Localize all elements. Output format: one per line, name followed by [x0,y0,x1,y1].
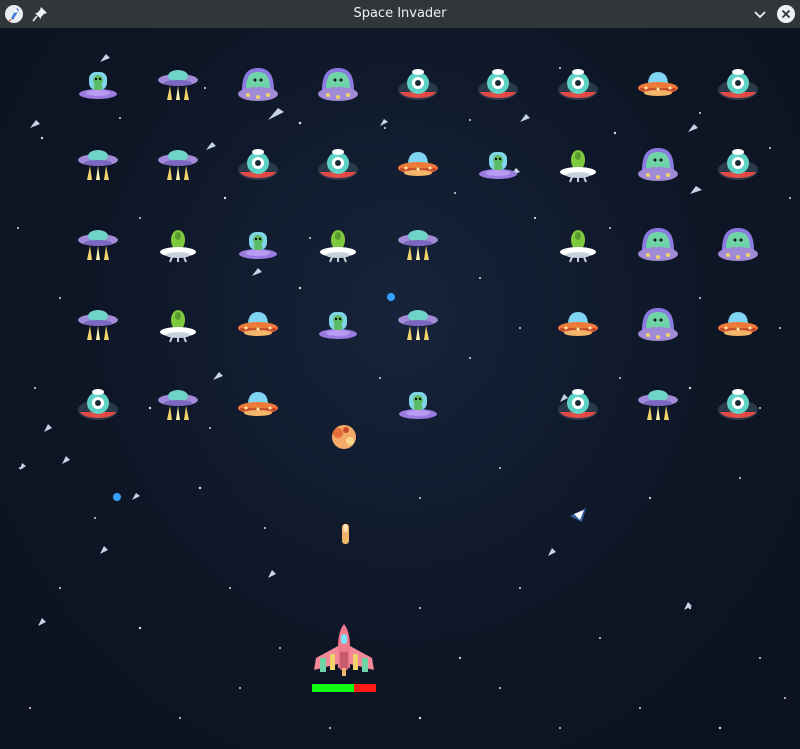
health-bar-fill [312,684,355,692]
close-icon[interactable] [776,4,796,24]
game-canvas[interactable] [0,28,800,749]
chevron-down-icon[interactable] [750,4,770,24]
projectiles-layer [113,293,395,544]
window-title: Space Invader [353,6,447,21]
player-bullet [342,524,349,544]
player-spaceship[interactable] [312,622,376,678]
explosion-sprite [332,425,356,449]
enemy-bullet [113,493,121,501]
player-health-bar [312,684,376,692]
window-titlebar: Space Invader [0,0,800,28]
enemy-bullet [387,293,395,301]
